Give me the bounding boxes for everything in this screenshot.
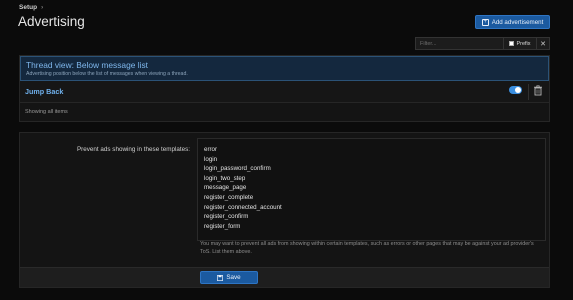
- template-line: error: [204, 146, 218, 153]
- breadcrumb-item-setup[interactable]: Setup: [19, 4, 37, 11]
- ad-position-header: Thread view: Below message list Advertis…: [20, 56, 549, 81]
- templates-help-text: You may want to prevent all ads from sho…: [200, 241, 534, 256]
- ad-position-block: Thread view: Below message list Advertis…: [19, 55, 550, 122]
- templates-field-label: Prevent ads showing in these templates:: [76, 146, 190, 153]
- template-line: message_page: [204, 184, 247, 192]
- template-line: login_two_step: [204, 174, 246, 182]
- template-line: register_connected_account: [204, 203, 282, 211]
- filter-bar: Prefix ✕: [415, 37, 550, 50]
- template-options-form: Prevent ads showing in these templates: …: [19, 132, 550, 288]
- checkbox-icon: [509, 41, 515, 46]
- page-title: Advertising: [18, 14, 85, 29]
- prefix-label: Prefix: [516, 40, 531, 47]
- close-icon: ✕: [540, 40, 546, 48]
- template-line: register_complete: [204, 193, 254, 201]
- toggle-knob: [515, 87, 521, 93]
- list-footer-status: Showing all items: [25, 109, 68, 115]
- ad-position-description: Advertising position below the list of m…: [26, 71, 188, 77]
- filter-input[interactable]: [416, 38, 504, 49]
- ad-enabled-toggle[interactable]: [509, 86, 522, 94]
- template-line: login_password_confirm: [204, 165, 271, 173]
- plus-icon: +: [481, 18, 489, 26]
- list-item: Jump Back: [20, 81, 549, 103]
- breadcrumb: Setup ›: [19, 4, 43, 11]
- template-line: login: [204, 155, 218, 163]
- save-icon: [217, 274, 224, 281]
- prefix-checkbox[interactable]: Prefix: [504, 38, 537, 49]
- template-line: register_confirm: [204, 213, 249, 221]
- save-label: Save: [226, 274, 241, 281]
- form-submit-row: Save: [20, 267, 549, 287]
- clear-filter-button[interactable]: ✕: [537, 38, 549, 49]
- row-divider: [528, 84, 529, 100]
- template-line: register_form: [204, 222, 241, 230]
- ad-name-link[interactable]: Jump Back: [25, 87, 63, 96]
- trash-icon[interactable]: [533, 85, 543, 96]
- add-advertisement-label: Add advertisement: [491, 18, 544, 26]
- breadcrumb-separator: ›: [41, 4, 44, 11]
- templates-textarea[interactable]: error login login_password_confirm login…: [197, 138, 546, 241]
- ad-position-title: Thread view: Below message list: [26, 60, 148, 70]
- add-advertisement-button[interactable]: + Add advertisement: [475, 15, 550, 29]
- save-button[interactable]: Save: [200, 271, 258, 284]
